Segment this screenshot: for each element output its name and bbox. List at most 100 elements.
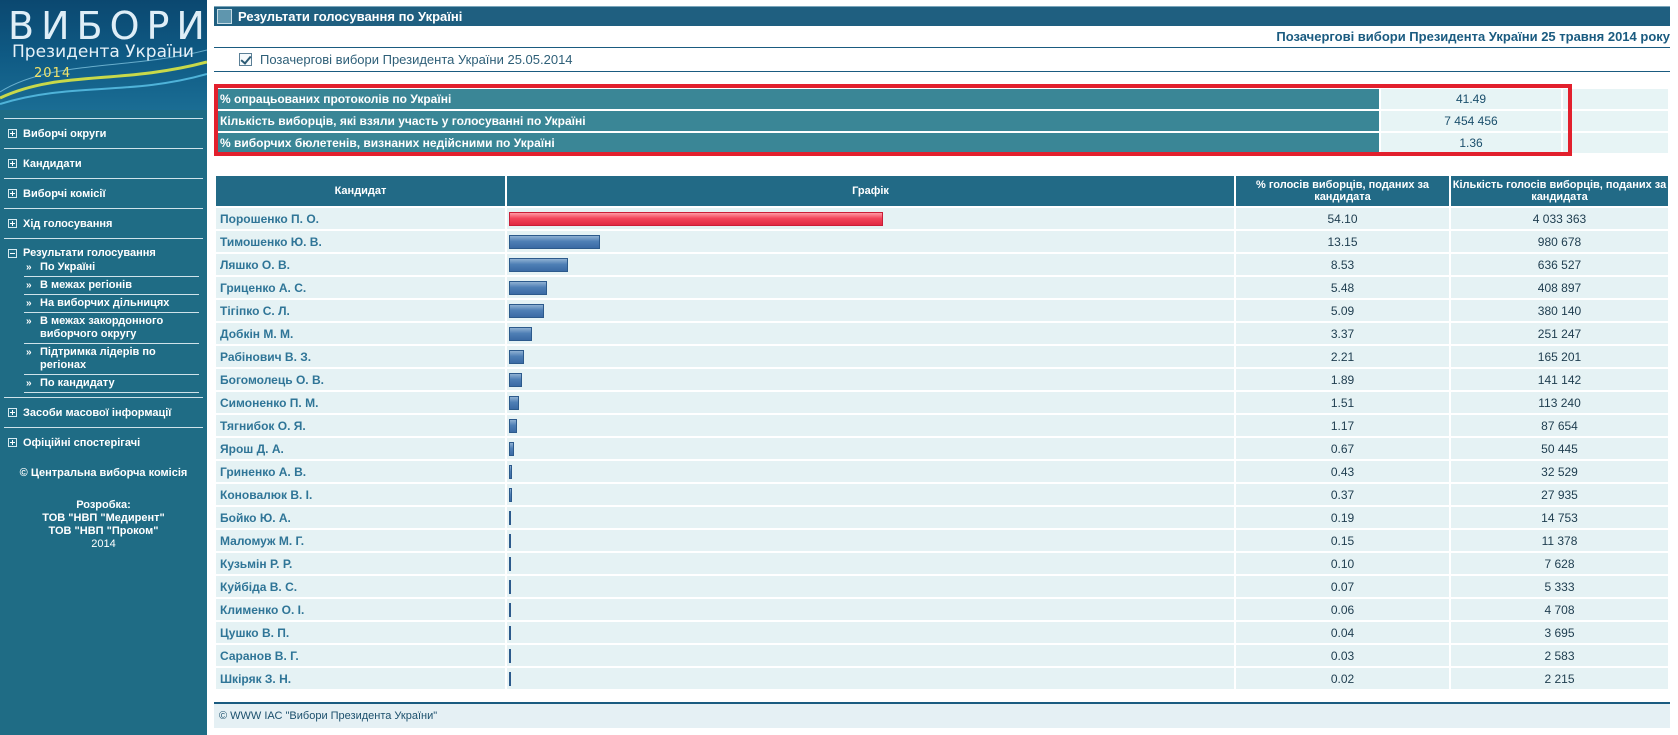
result-bar xyxy=(509,211,883,226)
nav-item-media[interactable]: Засоби масової інформації xyxy=(4,397,203,427)
count-cell: 165 201 xyxy=(1451,346,1668,367)
subnav-item-label: По кандидату xyxy=(40,377,115,389)
candidate-name-link[interactable]: Куйбіда В. С. xyxy=(216,576,505,597)
election-title: Позачергові вибори Президента України 25… xyxy=(1276,29,1670,44)
candidate-name-link[interactable]: Ляшко О. В. xyxy=(216,254,505,275)
count-cell: 380 140 xyxy=(1451,300,1668,321)
pct-cell: 54.10 xyxy=(1236,208,1449,229)
table-row: Добкін М. М. 3.37 251 247 xyxy=(216,323,1668,344)
expand-icon xyxy=(8,438,17,447)
candidate-name-link[interactable]: Богомолець О. В. xyxy=(216,369,505,390)
count-cell: 980 678 xyxy=(1451,231,1668,252)
summary-value: 41.49 xyxy=(1381,89,1561,109)
count-cell: 636 527 xyxy=(1451,254,1668,275)
nav-item-candidates[interactable]: Кандидати xyxy=(4,148,203,178)
count-cell: 251 247 xyxy=(1451,323,1668,344)
candidate-name-link[interactable]: Кузьмін Р. Р. xyxy=(216,553,505,574)
subnav-item-by-candidate[interactable]: » По кандидату xyxy=(24,375,199,393)
pct-cell: 2.21 xyxy=(1236,346,1449,367)
subnav-item-leaders-support[interactable]: » Підтримка лідерів по регіонах xyxy=(24,344,199,375)
main-content: Результати голосування по Україні Позаче… xyxy=(214,0,1670,735)
nav-item-results-header[interactable]: Результати голосування xyxy=(4,247,203,259)
election-selector[interactable]: Позачергові вибори Президента України 25… xyxy=(214,47,1670,72)
candidate-name-link[interactable]: Саранов В. Г. xyxy=(216,645,505,666)
subnav-item-foreign-district[interactable]: » В межах закордонного виборчого округу xyxy=(24,313,199,344)
summary-table: % опрацьованих протоколів по Україні 41.4… xyxy=(214,87,1670,155)
candidate-name-link[interactable]: Коновалюк В. І. xyxy=(216,484,505,505)
site-logo[interactable]: ВИБОРИ Президента України 2014 xyxy=(0,0,207,110)
nav-item-voting-progress[interactable]: Хід голосування xyxy=(4,208,203,238)
pct-cell: 0.10 xyxy=(1236,553,1449,574)
nav-item-observers[interactable]: Офіційні спостерігачі xyxy=(4,427,203,457)
candidate-name-link[interactable]: Гриненко А. В. xyxy=(216,461,505,482)
pct-cell: 0.43 xyxy=(1236,461,1449,482)
result-bar xyxy=(509,487,512,502)
candidate-name-link[interactable]: Добкін М. М. xyxy=(216,323,505,344)
expand-icon xyxy=(8,219,17,228)
table-row: Ярош Д. А. 0.67 50 445 xyxy=(216,438,1668,459)
col-header-pct[interactable]: % голосів виборців, поданих за кандидата xyxy=(1236,176,1449,206)
col-header-candidate[interactable]: Кандидат xyxy=(216,176,505,206)
candidate-name-link[interactable]: Гриценко А. С. xyxy=(216,277,505,298)
title-square-icon xyxy=(217,9,232,24)
table-row: Порошенко П. О. 54.10 4 033 363 xyxy=(216,208,1668,229)
double-arrow-icon: » xyxy=(26,280,32,291)
subnav-item-label: В межах регіонів xyxy=(40,279,132,291)
pct-cell: 13.15 xyxy=(1236,231,1449,252)
subnav-item-regions[interactable]: » В межах регіонів xyxy=(24,277,199,295)
table-row: Клименко О. І. 0.06 4 708 xyxy=(216,599,1668,620)
summary-label: Кількість виборців, які взяли участь у г… xyxy=(216,111,1379,131)
result-bar xyxy=(509,579,511,594)
candidate-name-link[interactable]: Симоненко П. М. xyxy=(216,392,505,413)
count-cell: 4 033 363 xyxy=(1451,208,1668,229)
count-cell: 113 240 xyxy=(1451,392,1668,413)
pct-cell: 0.07 xyxy=(1236,576,1449,597)
pct-cell: 1.51 xyxy=(1236,392,1449,413)
graph-cell xyxy=(507,553,1234,574)
summary-row: % виборчих бюлетенів, визнаних недійсним… xyxy=(216,133,1668,153)
candidate-name-link[interactable]: Цушко В. П. xyxy=(216,622,505,643)
candidate-name-link[interactable]: Тягнибок О. Я. xyxy=(216,415,505,436)
expand-icon xyxy=(8,129,17,138)
graph-cell xyxy=(507,208,1234,229)
col-header-count[interactable]: Кількість голосів виборців, поданих за к… xyxy=(1451,176,1668,206)
count-cell: 14 753 xyxy=(1451,507,1668,528)
table-row: Тимошенко Ю. В. 13.15 980 678 xyxy=(216,231,1668,252)
candidate-name-link[interactable]: Тігіпко С. Л. xyxy=(216,300,505,321)
checkbox-icon[interactable] xyxy=(239,53,252,66)
count-cell: 50 445 xyxy=(1451,438,1668,459)
candidate-name-link[interactable]: Маломуж М. Г. xyxy=(216,530,505,551)
count-cell: 11 378 xyxy=(1451,530,1668,551)
subnav-item-ukraine[interactable]: » По Україні xyxy=(24,259,199,277)
nav-item-districts[interactable]: Виборчі округи xyxy=(4,118,203,148)
count-cell: 2 583 xyxy=(1451,645,1668,666)
table-row: Бойко Ю. А. 0.19 14 753 xyxy=(216,507,1668,528)
copyright[interactable]: © Центральна виборча комісія xyxy=(0,467,207,479)
summary-blank-cell xyxy=(1563,89,1668,109)
nav-item-label: Засоби масової інформації xyxy=(23,406,172,419)
candidate-name-link[interactable]: Тимошенко Ю. В. xyxy=(216,231,505,252)
table-row: Куйбіда В. С. 0.07 5 333 xyxy=(216,576,1668,597)
candidate-name-link[interactable]: Порошенко П. О. xyxy=(216,208,505,229)
result-bar xyxy=(509,372,522,387)
result-bar xyxy=(509,648,511,663)
candidate-name-link[interactable]: Ярош Д. А. xyxy=(216,438,505,459)
summary-blank-cell xyxy=(1563,111,1668,131)
count-cell: 5 333 xyxy=(1451,576,1668,597)
candidate-name-link[interactable]: Клименко О. І. xyxy=(216,599,505,620)
subnav-item-polling-stations[interactable]: » На виборчих дільницях xyxy=(24,295,199,313)
pct-cell: 0.03 xyxy=(1236,645,1449,666)
result-bar xyxy=(509,280,547,295)
table-row: Саранов В. Г. 0.03 2 583 xyxy=(216,645,1668,666)
graph-cell xyxy=(507,507,1234,528)
candidate-name-link[interactable]: Шкіряк З. Н. xyxy=(216,668,505,689)
logo-year: 2014 xyxy=(34,66,72,81)
nav-item-label: Результати голосування xyxy=(23,247,156,259)
candidate-name-link[interactable]: Бойко Ю. А. xyxy=(216,507,505,528)
nav-item-commissions[interactable]: Виборчі комісії xyxy=(4,178,203,208)
footer: © WWW ІАС "Вибори Президента України" xyxy=(214,702,1670,728)
candidate-name-link[interactable]: Рабінович В. З. xyxy=(216,346,505,367)
dev-company-1: ТОВ "НВП "Медирент" xyxy=(42,512,165,524)
logo-subtitle: Президента України xyxy=(12,42,194,62)
summary-value: 7 454 456 xyxy=(1381,111,1561,131)
